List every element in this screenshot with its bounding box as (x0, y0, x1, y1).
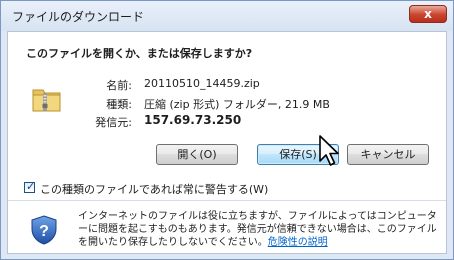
always-warn-label[interactable]: この種類のファイルであれば常に警告する(W) (40, 181, 268, 197)
file-source: 157.69.73.250 (144, 113, 242, 127)
risk-explanation-link[interactable]: 危険性の説明 (268, 237, 328, 248)
open-button[interactable]: 開く(O) (156, 144, 238, 165)
svg-text:?: ? (39, 223, 49, 240)
title-bar[interactable]: ファイルのダウンロード x (1, 1, 453, 31)
type-label: 種類: (106, 98, 132, 111)
download-dialog: ファイルのダウンロード x このファイルを開くか、または保存しますか? 名前: … (0, 0, 454, 260)
from-label: 発信元: (95, 116, 132, 129)
shield-question-icon: ? (31, 215, 57, 245)
dialog-question: このファイルを開くか、または保存しますか? (26, 47, 253, 60)
warning-text: インターネットのファイルは役に立ちますが、ファイルによってはコンピューターに問題… (78, 211, 437, 248)
mouse-pointer-icon (319, 135, 339, 166)
name-label: 名前: (106, 79, 132, 92)
zip-folder-icon (32, 89, 61, 112)
warning-text-block: インターネットのファイルは役に立ちますが、ファイルによってはコンピューターに問題… (78, 210, 438, 249)
always-warn-checkbox[interactable]: ✓ (24, 180, 36, 193)
window-title: ファイルのダウンロード (12, 10, 145, 24)
file-type: 圧縮 (zip 形式) フォルダー, 21.9 MB (144, 98, 330, 111)
check-icon: ✓ (26, 180, 36, 193)
cancel-button[interactable]: キャンセル (347, 144, 429, 165)
file-name: 20110510_14459.zip (144, 77, 260, 90)
close-button[interactable]: x (409, 5, 447, 23)
divider (8, 200, 446, 201)
dialog-content: このファイルを開くか、または保存しますか? 名前: 20110510_14459… (7, 31, 447, 254)
